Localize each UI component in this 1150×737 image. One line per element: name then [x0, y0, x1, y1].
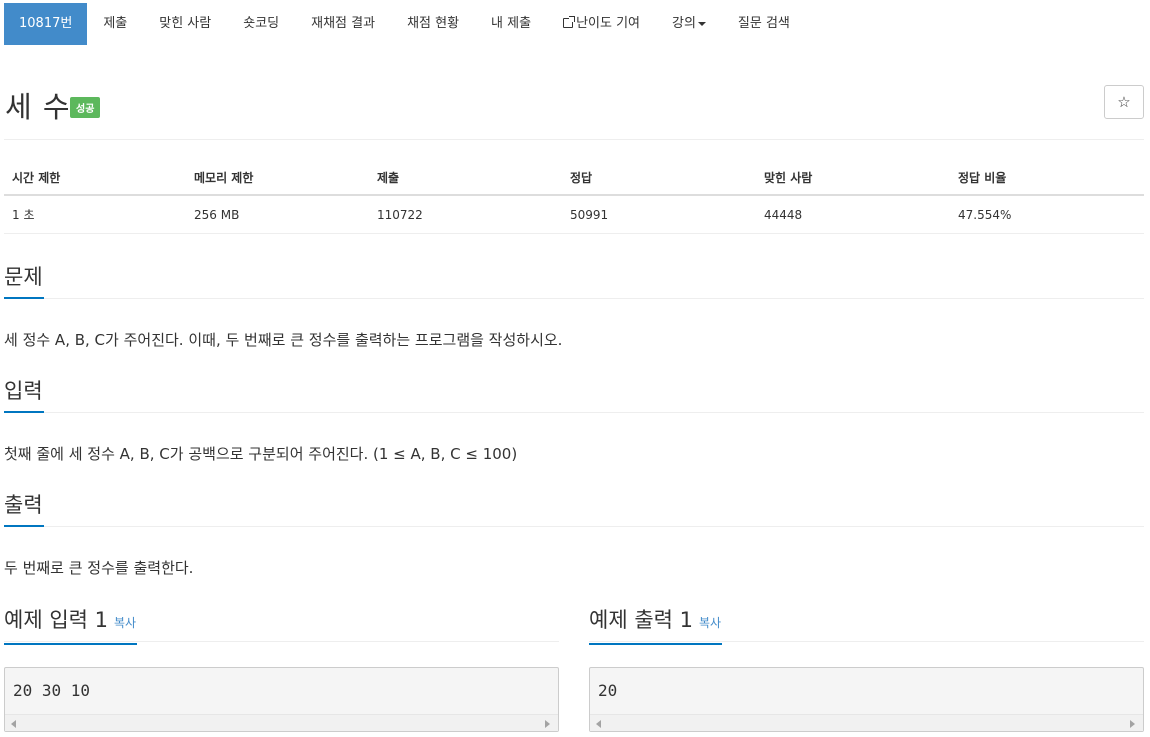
- horizontal-scrollbar[interactable]: [590, 714, 1143, 731]
- input-heading: 입력: [4, 377, 44, 413]
- star-button[interactable]: ☆: [1104, 85, 1144, 119]
- input-section: 입력: [4, 377, 1144, 413]
- nav-short-coding[interactable]: 숏코딩: [227, 3, 295, 45]
- status-badge: 성공: [70, 97, 101, 118]
- output-headline: 출력: [4, 491, 1144, 527]
- nav-submit[interactable]: 제출: [87, 3, 143, 45]
- scroll-left-icon[interactable]: [11, 720, 16, 728]
- table-header: 제출: [369, 160, 562, 196]
- input-description: 첫째 줄에 세 정수 A, B, C가 공백으로 구분되어 주어진다. (1 ≤…: [4, 445, 518, 463]
- table-cell: 47.554%: [950, 195, 1144, 234]
- problem-nav: 10817번 제출 맞힌 사람 숏코딩 재채점 결과 채점 현황 내 제출 난이…: [4, 3, 806, 45]
- output-section: 출력: [4, 491, 1144, 527]
- problem-heading: 문제: [4, 263, 44, 299]
- table-cell: 1 초: [4, 195, 186, 234]
- scroll-right-icon[interactable]: [1130, 720, 1135, 728]
- problem-section: 문제: [4, 263, 1144, 299]
- output-heading: 출력: [4, 491, 44, 527]
- sample-output-box: 20: [589, 667, 1144, 732]
- nav-difficulty-label: 난이도 기여: [576, 16, 640, 31]
- sample-output-headline: 예제 출력 1 복사: [589, 606, 1144, 645]
- problem-headline: 문제: [4, 263, 1144, 299]
- input-headline: 입력: [4, 377, 1144, 413]
- table-cell: 256 MB: [186, 195, 369, 234]
- problem-info-table: 시간 제한 메모리 제한 제출 정답 맞힌 사람 정답 비율 1 초 256 M…: [4, 160, 1144, 234]
- copy-input-button[interactable]: 복사: [114, 616, 136, 630]
- nav-rejudge-results[interactable]: 재채점 결과: [295, 3, 391, 45]
- output-description: 두 번째로 큰 정수를 출력한다.: [4, 559, 194, 577]
- nav-lectures-dropdown[interactable]: 강의: [656, 3, 722, 45]
- scroll-left-icon[interactable]: [596, 720, 601, 728]
- copy-output-button[interactable]: 복사: [699, 616, 721, 630]
- table-header: 맞힌 사람: [756, 160, 950, 196]
- table-row: 1 초 256 MB 110722 50991 44448 47.554%: [4, 195, 1144, 234]
- title-row: 세 수 성공 ☆: [4, 84, 1144, 140]
- table-header: 정답 비율: [950, 160, 1144, 196]
- horizontal-scrollbar[interactable]: [5, 714, 558, 731]
- table-cell: 44448: [756, 195, 950, 234]
- problem-description: 세 정수 A, B, C가 주어진다. 이때, 두 번째로 큰 정수를 출력하는…: [4, 331, 563, 349]
- table-header: 시간 제한: [4, 160, 186, 196]
- sample-output-heading: 예제 출력 1 복사: [589, 606, 723, 645]
- sample-input-heading: 예제 입력 1 복사: [4, 606, 138, 645]
- table-header-row: 시간 제한 메모리 제한 제출 정답 맞힌 사람 정답 비율: [4, 160, 1144, 196]
- nav-my-submissions[interactable]: 내 제출: [475, 3, 547, 45]
- sample-input-box: 20 30 10: [4, 667, 559, 732]
- external-link-icon: [563, 16, 576, 28]
- sample-output-title: 예제 출력 1: [589, 608, 693, 632]
- page-title: 세 수: [5, 90, 71, 124]
- nav-solved-users[interactable]: 맞힌 사람: [143, 3, 227, 45]
- scroll-right-icon[interactable]: [545, 720, 550, 728]
- caret-down-icon: [697, 21, 706, 26]
- table-header: 메모리 제한: [186, 160, 369, 196]
- sample-input-title: 예제 입력 1: [4, 608, 108, 632]
- table-header: 정답: [562, 160, 756, 196]
- nav-lectures-label: 강의: [672, 16, 696, 31]
- nav-problem-number[interactable]: 10817번: [4, 3, 88, 45]
- star-icon: ☆: [1117, 93, 1131, 111]
- sample-output-value: 20: [598, 681, 618, 700]
- sample-input-value: 20 30 10: [13, 681, 91, 700]
- table-cell: 110722: [369, 195, 562, 234]
- nav-difficulty-contribution[interactable]: 난이도 기여: [547, 3, 656, 45]
- nav-question-search[interactable]: 질문 검색: [722, 3, 806, 45]
- nav-judge-status[interactable]: 채점 현황: [391, 3, 475, 45]
- table-cell: 50991: [562, 195, 756, 234]
- sample-input-headline: 예제 입력 1 복사: [4, 606, 559, 645]
